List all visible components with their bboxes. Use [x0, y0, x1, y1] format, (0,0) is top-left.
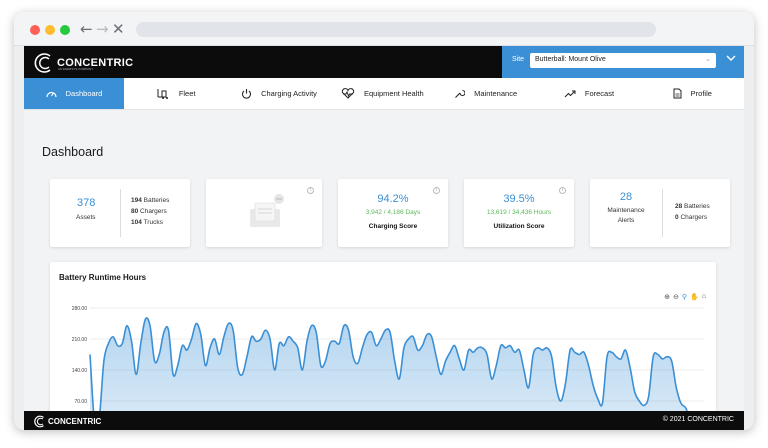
tab-dashboard-label: Dashboard — [65, 89, 103, 98]
battery-runtime-chart-card: Battery Runtime Hours ⊕ ⊖ ⚲ ✋ ⌂ 280.00 21… — [50, 262, 716, 411]
charging-score-label: Charging Score — [368, 223, 418, 230]
back-arrow-icon[interactable]: ← — [80, 20, 93, 38]
concentric-logo-mark — [34, 415, 44, 428]
y-tick-label: 70.00 — [74, 399, 87, 405]
dashboard-content: Dashboard 378 Assets 194 Batteries 80 Ch… — [24, 110, 744, 411]
address-bar[interactable] — [136, 22, 656, 37]
app-footer: CONCENTRIC © 2021 CONCENTRIC — [24, 411, 744, 430]
footer-logo[interactable]: CONCENTRIC — [34, 415, 101, 428]
dashboard-gauge-icon — [46, 91, 57, 98]
tab-fleet-label: Fleet — [178, 89, 196, 98]
maintenance-alerts-card[interactable]: 28 Maintenance Alerts 28 Batteries 0 Cha… — [590, 179, 730, 247]
close-icon[interactable]: ✕ — [112, 20, 125, 38]
site-select-value: Butterball: Mount Olive — [535, 56, 606, 63]
minimize-window-button[interactable] — [45, 25, 55, 35]
tab-equipment-health[interactable]: Equipment Health — [331, 78, 434, 109]
close-window-button[interactable] — [30, 25, 40, 35]
runtime-area-fill — [90, 317, 688, 411]
forklift-icon — [157, 89, 168, 99]
document-icon — [673, 88, 682, 99]
assets-card[interactable]: 378 Assets 194 Batteries 80 Chargers 104… — [50, 179, 190, 247]
charging-score-detail: 3,942 / 4,186 Days — [365, 209, 421, 216]
info-icon[interactable]: i — [307, 187, 314, 194]
tab-forecast[interactable]: Forecast — [537, 78, 640, 109]
chevron-down-icon[interactable] — [726, 53, 736, 65]
utilization-score-pct: 39.5% — [503, 193, 535, 205]
maintenance-count: 28 — [619, 191, 633, 203]
heartbeat-icon — [341, 88, 355, 99]
y-tick-label: 280.00 — [72, 306, 88, 312]
app-header: CONCENTRIC AN ENERSYS COMPANY Site Butte… — [24, 46, 744, 78]
tab-equipment-health-label: Equipment Health — [364, 89, 424, 98]
alerts-label: Alerts — [617, 217, 635, 224]
charging-score-pct: 94.2% — [377, 193, 409, 205]
tab-maintenance-label: Maintenance — [474, 89, 518, 98]
tab-dashboard[interactable]: Dashboard — [24, 78, 124, 109]
assets-trucks: 104 Trucks — [131, 219, 163, 226]
footer-brand-name: CONCENTRIC — [48, 417, 102, 426]
power-icon — [242, 89, 252, 99]
message-card[interactable]: i — [206, 179, 322, 247]
tab-profile-label: Profile — [690, 89, 712, 98]
concentric-logo[interactable]: CONCENTRIC AN ENERSYS COMPANY — [34, 52, 133, 74]
concentric-logo-mark — [34, 53, 51, 73]
card-divider — [662, 189, 663, 237]
tab-profile[interactable]: Profile — [641, 78, 744, 109]
maintenance-chargers: 0 Chargers — [675, 214, 708, 221]
footer-copyright: © 2021 CONCENTRIC — [662, 416, 734, 423]
assets-chargers: 80 Chargers — [131, 208, 167, 215]
utilization-score-label: Utilization Score — [493, 223, 545, 230]
trend-up-icon — [564, 90, 576, 98]
y-tick-label: 140.00 — [72, 368, 88, 374]
tab-charging-activity[interactable]: Charging Activity — [227, 78, 330, 109]
charging-score-card[interactable]: i 94.2% 3,942 / 4,186 Days Charging Scor… — [338, 179, 448, 247]
page-title: Dashboard — [42, 145, 104, 159]
assets-label: Assets — [76, 214, 96, 221]
y-tick-label: 210.00 — [72, 337, 88, 343]
brand-tagline: AN ENERSYS COMPANY — [58, 67, 94, 71]
maintenance-label: Maintenance — [607, 207, 645, 214]
assets-count: 378 — [77, 197, 96, 209]
tab-charging-activity-label: Charging Activity — [261, 89, 317, 98]
utilization-score-card[interactable]: i 39.5% 13,619 / 34,436 Hours Utilizatio… — [464, 179, 574, 247]
maximize-window-button[interactable] — [60, 25, 70, 35]
assets-batteries: 194 Batteries — [131, 197, 170, 204]
browser-window: ← → ✕ CONCENTRIC AN ENERSYS COMPANY Site… — [14, 12, 754, 430]
select-chevron-icon: ⌄ — [705, 56, 711, 63]
forward-arrow-icon[interactable]: → — [96, 20, 109, 38]
tab-fleet[interactable]: Fleet — [124, 78, 227, 109]
runtime-area-chart: 280.00 210.00 140.00 70.00 — [72, 306, 704, 411]
tab-maintenance[interactable]: Maintenance — [434, 78, 537, 109]
site-selector-panel: Site Butterball: Mount Olive ⌄ — [502, 46, 744, 78]
envelope-message-icon — [250, 194, 284, 227]
card-divider — [120, 189, 121, 237]
wrench-icon — [455, 89, 466, 98]
site-label: Site — [512, 56, 525, 63]
maintenance-batteries: 28 Batteries — [675, 203, 710, 210]
tab-forecast-label: Forecast — [584, 89, 615, 98]
browser-chrome: ← → ✕ — [14, 12, 754, 46]
main-nav-tabs: Dashboard Fleet Charging Activity Equipm… — [24, 78, 744, 110]
utilization-score-detail: 13,619 / 34,436 Hours — [486, 209, 552, 216]
site-select[interactable]: Butterball: Mount Olive ⌄ — [530, 53, 716, 68]
